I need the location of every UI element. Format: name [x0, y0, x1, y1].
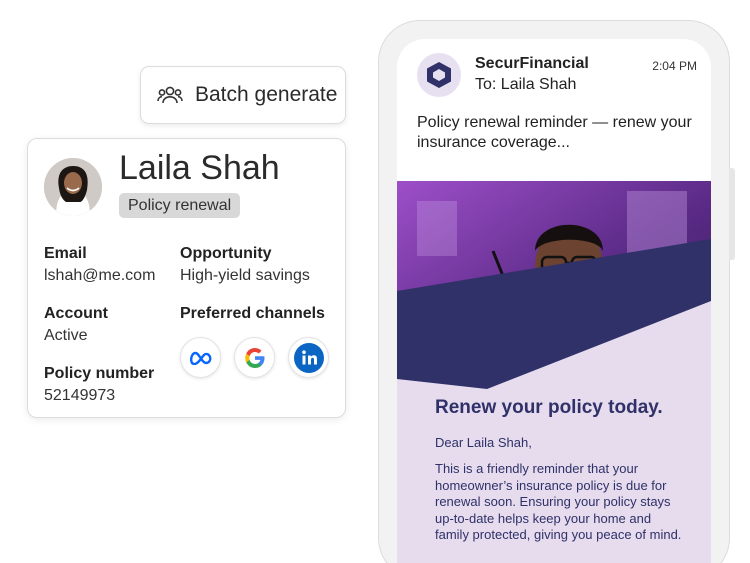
- email-field: Email lshah@me.com: [44, 245, 155, 285]
- phone-side-button: [729, 168, 735, 260]
- meta-icon[interactable]: [180, 337, 221, 378]
- customer-profile-card: Laila Shah Policy renewal Email lshah@me…: [27, 138, 346, 418]
- batch-generate-button[interactable]: Batch generate: [140, 66, 346, 124]
- email-subject: Policy renewal reminder — renew your ins…: [417, 114, 692, 151]
- email-value: lshah@me.com: [44, 267, 156, 284]
- hero-image: [397, 181, 711, 389]
- email-time: 2:04 PM: [652, 59, 697, 73]
- email-label: Email: [44, 245, 87, 262]
- account-label: Account: [44, 305, 108, 322]
- policy-renewal-tag: Policy renewal: [119, 193, 241, 218]
- email-preview: SecurFinancial To: Laila Shah 2:04 PM Po…: [397, 39, 711, 563]
- preferred-channels-field: Preferred channels: [180, 305, 325, 323]
- email-body: This is a friendly reminder that your ho…: [435, 461, 682, 543]
- email-greeting: Dear Laila Shah,: [435, 435, 532, 450]
- email-content: Renew your policy today. Dear Laila Shah…: [397, 389, 711, 563]
- customer-name: Laila Shah: [119, 149, 280, 187]
- email-recipient: To: Laila Shah: [475, 76, 577, 93]
- policy-number-label: Policy number: [44, 365, 155, 382]
- email-headline: Renew your policy today.: [435, 397, 663, 418]
- account-value: Active: [44, 327, 88, 344]
- securfinancial-logo: [417, 53, 461, 97]
- google-icon[interactable]: [234, 337, 275, 378]
- account-field: Account Active: [44, 305, 108, 345]
- channel-list: [180, 337, 329, 378]
- policy-number-value: 52149973: [44, 387, 116, 404]
- preferred-channels-label: Preferred channels: [180, 305, 325, 322]
- opportunity-field: Opportunity High-yield savings: [180, 245, 310, 285]
- linkedin-icon[interactable]: [288, 337, 329, 378]
- opportunity-label: Opportunity: [180, 245, 272, 262]
- avatar: [44, 158, 102, 216]
- email-sender: SecurFinancial: [475, 55, 589, 72]
- phone-mockup: SecurFinancial To: Laila Shah 2:04 PM Po…: [378, 20, 730, 563]
- batch-generate-label: Batch generate: [195, 83, 338, 106]
- policy-number-field: Policy number 52149973: [44, 365, 154, 405]
- opportunity-value: High-yield savings: [180, 267, 310, 284]
- users-icon: [157, 82, 183, 108]
